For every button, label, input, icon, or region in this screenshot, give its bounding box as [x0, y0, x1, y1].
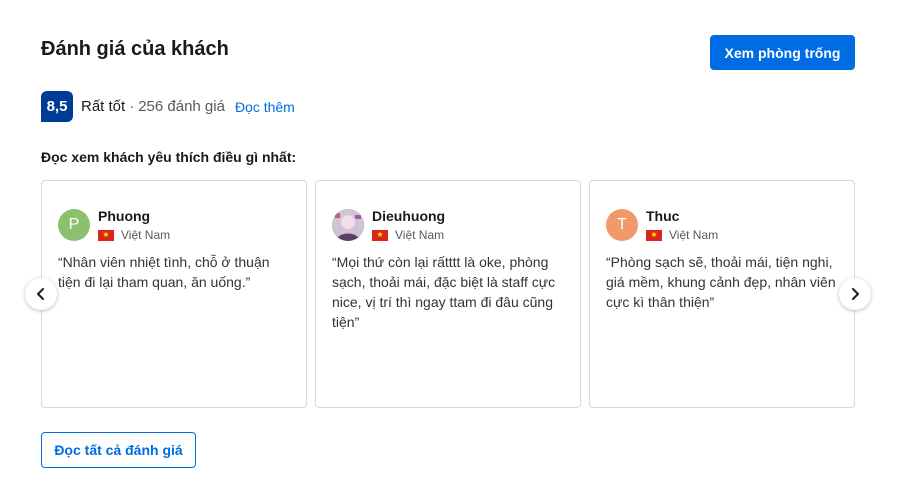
vietnam-flag-icon: ★: [372, 229, 388, 241]
vietnam-flag-icon: ★: [98, 229, 114, 241]
review-quote: “Nhân viên nhiệt tình, chỗ ở thuận tiện …: [58, 254, 270, 290]
review-card: T Thuc ★ Việt Nam “Phòng sạch sẽ, thoải …: [589, 180, 855, 408]
review-card: P Phuong ★ Việt Nam “Nhân viên nhiệt tìn…: [41, 180, 307, 408]
score-separator: ·: [129, 98, 135, 115]
score-rating: Rất tốt: [81, 98, 126, 115]
carousel-next-button[interactable]: [839, 278, 871, 310]
reviewer-name: Phuong: [98, 208, 151, 224]
avatar: T: [606, 209, 638, 241]
chevron-left-icon: [37, 288, 44, 300]
avatar: P: [58, 209, 90, 241]
reviewer-name: Dieuhuong: [372, 208, 446, 224]
see-availability-button[interactable]: Xem phòng trống: [710, 35, 855, 70]
country-name: Việt Nam: [121, 228, 171, 242]
avatar-photo-icon: [332, 209, 364, 241]
score-badge: 8,5: [41, 91, 73, 122]
reviewer-country: ★ Việt Nam: [98, 228, 170, 242]
country-name: Việt Nam: [669, 228, 719, 242]
review-quote: “Phòng sạch sẽ, thoải mái, tiện nghi, gi…: [606, 254, 836, 310]
reviewer-name: Thuc: [646, 208, 680, 224]
reviewer-country: ★ Việt Nam: [372, 228, 444, 242]
avatar: [332, 209, 364, 241]
read-more-link[interactable]: Đọc thêm: [235, 99, 295, 115]
read-all-reviews-button[interactable]: Đọc tất cả đánh giá: [41, 432, 196, 468]
carousel-prev-button[interactable]: [25, 278, 57, 310]
section-title: Đánh giá của khách: [41, 38, 229, 60]
vietnam-flag-icon: ★: [646, 229, 662, 241]
review-quote: “Mọi thứ còn lại rấtttt là oke, phòng sạ…: [332, 254, 556, 330]
review-count: 256 đánh giá: [138, 98, 225, 115]
country-name: Việt Nam: [395, 228, 445, 242]
review-card: Dieuhuong ★ Việt Nam “Mọi thứ còn lại rấ…: [315, 180, 581, 408]
reviews-subtitle: Đọc xem khách yêu thích điều gì nhất:: [41, 149, 297, 165]
reviewer-country: ★ Việt Nam: [646, 228, 718, 242]
chevron-right-icon: [852, 288, 859, 300]
score-summary: 8,5 Rất tốt · 256 đánh giá Đọc thêm: [41, 91, 295, 122]
